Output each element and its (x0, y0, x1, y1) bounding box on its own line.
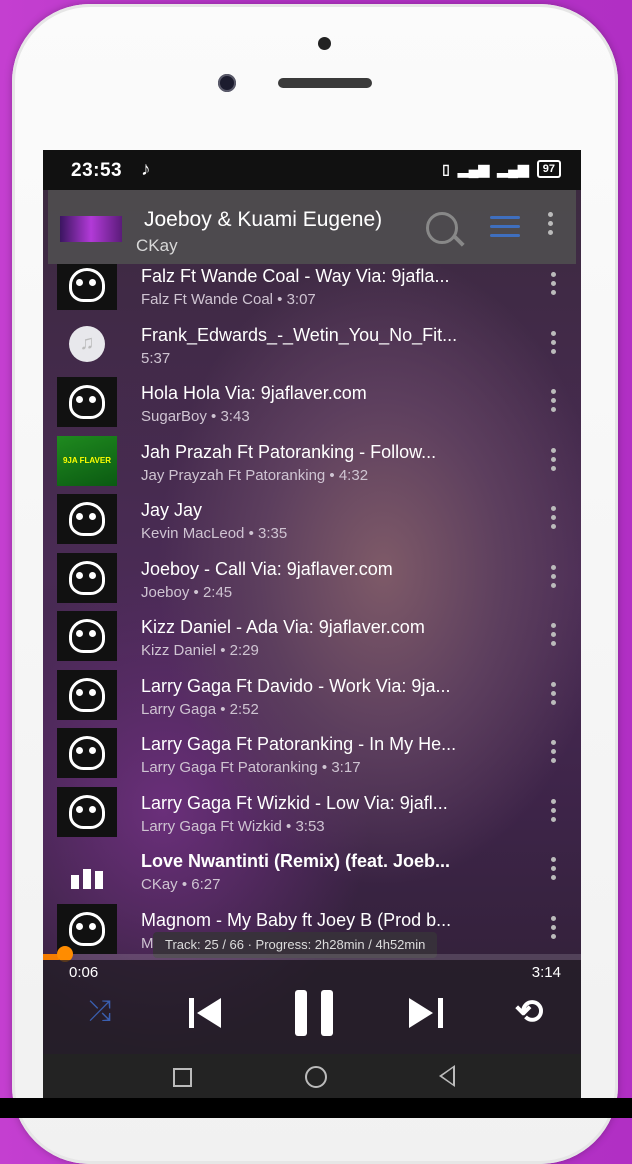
track-title: Magnom - My Baby ft Joey B (Prod b... (141, 909, 452, 930)
track-title: Hola Hola Via: 9jaflaver.com (141, 383, 367, 403)
track-row[interactable]: ♫ Frank_Edwards_-_Wetin_You_No_Fit... 5:37 (43, 317, 581, 375)
track-artwork (57, 552, 117, 603)
track-artwork: ♫ (57, 319, 117, 369)
skip-previous-icon[interactable] (189, 998, 223, 1028)
player-controls: 0:06 3:14 ⤮ ⟲ (43, 960, 581, 1054)
pause-icon[interactable] (295, 990, 335, 1036)
track-subtitle: Kizz Daniel • 2:29 (141, 642, 259, 659)
track-row[interactable]: Larry Gaga Ft Wizkid - Low Via: 9jafl...… (43, 785, 581, 843)
queue-icon[interactable] (490, 216, 520, 238)
more-vert-icon[interactable] (551, 915, 556, 943)
track-artwork (57, 728, 117, 778)
front-camera (218, 74, 236, 92)
home-icon[interactable] (305, 1066, 327, 1088)
track-title: Larry Gaga Ft Patoranking - In My He... (141, 734, 457, 754)
track-row[interactable]: Joeboy - Call Via: 9jaflaver.com Joeboy •… (43, 551, 581, 609)
track-subtitle: 5:37 (141, 349, 171, 367)
more-vert-icon[interactable] (551, 447, 556, 475)
more-vert-icon[interactable] (551, 564, 556, 592)
track-row[interactable]: Kizz Daniel - Ada Via: 9jaflaver.com Kizz… (43, 609, 581, 667)
status-time: 23:53 (71, 160, 123, 181)
music-note-icon: ♪ (141, 159, 151, 180)
track-artwork (57, 435, 117, 486)
track-row[interactable]: Falz Ft Wande Coal - Way Via: 9jafla... F… (43, 264, 581, 316)
track-subtitle: Larry Gaga • 2:52 (141, 700, 259, 718)
status-icons: ▯ ▂▄▆ ▂▄▆ 97 (442, 160, 561, 178)
current-time: 0:06 (69, 964, 99, 981)
track-subtitle: CKay • 6:27 (141, 876, 221, 893)
track-row[interactable]: Love Nwantinti (Remix) (feat. Joeb... CKa… (43, 843, 581, 901)
track-subtitle: Kevin MacLeod • 3:35 (141, 525, 288, 542)
skip-next-icon[interactable] (409, 998, 443, 1028)
track-row[interactable]: Hola Hola Via: 9jaflaver.com SugarBoy • 3… (43, 375, 581, 433)
track-title: Jah Prazah Ft Patoranking - Follow... (141, 441, 437, 462)
equalizer-icon (57, 845, 117, 895)
track-title: Larry Gaga Ft Wizkid - Low Via: 9jafl... (141, 792, 448, 813)
signal-icon-2: ▂▄▆ (497, 160, 529, 177)
more-vert-icon[interactable] (551, 389, 556, 416)
battery-icon: 97 (536, 160, 561, 178)
track-subtitle: M (141, 934, 154, 952)
now-playing-artist: CKay (136, 236, 178, 255)
track-row[interactable]: Jah Prazah Ft Patoranking - Follow... Jay… (43, 434, 581, 492)
track-title: Larry Gaga Ft Davido - Work Via: 9ja... (141, 675, 451, 696)
track-artwork (57, 669, 117, 720)
more-vert-icon[interactable] (551, 623, 556, 650)
repeat-icon[interactable]: ⟲ (509, 995, 549, 1029)
track-row[interactable]: Larry Gaga Ft Davido - Work Via: 9ja... L… (43, 668, 581, 726)
more-vert-icon[interactable] (551, 272, 556, 299)
bottom-edge (0, 1098, 632, 1118)
more-vert-icon[interactable] (551, 330, 556, 358)
shuffle-icon[interactable]: ⤮ (83, 994, 117, 1028)
phone-screen: 23:53 ♪ ▯ ▂▄▆ ▂▄▆ 97 Joeboy & Kuami Euge… (43, 150, 581, 1098)
more-vert-icon[interactable] (551, 857, 556, 884)
more-vert-icon[interactable] (551, 740, 556, 767)
more-vert-icon[interactable] (548, 212, 554, 239)
track-row[interactable]: Jay Jay Kevin MacLeod • 3:35 (43, 492, 581, 550)
back-icon[interactable] (439, 1065, 455, 1087)
more-vert-icon[interactable] (551, 798, 556, 826)
track-subtitle: Larry Gaga Ft Wizkid • 3:53 (141, 817, 325, 835)
track-subtitle: Falz Ft Wande Coal • 3:07 (141, 291, 316, 308)
proximity-sensor (318, 37, 331, 50)
track-subtitle: Joeboy • 2:45 (141, 583, 233, 601)
track-artwork (57, 786, 117, 837)
search-icon[interactable] (426, 212, 458, 244)
recents-icon[interactable] (173, 1068, 192, 1087)
vibrate-icon: ▯ (442, 160, 450, 177)
track-subtitle: Jay Prayzah Ft Patoranking • 4:32 (141, 466, 369, 484)
signal-icon: ▂▄▆ (457, 160, 490, 177)
more-vert-icon[interactable] (551, 506, 556, 533)
more-vert-icon[interactable] (551, 681, 556, 709)
track-title: Frank_Edwards_-_Wetin_You_No_Fit... (141, 324, 458, 345)
earpiece-speaker (278, 78, 372, 88)
music-note-icon: ♫ (69, 325, 105, 362)
status-bar: 23:53 ♪ ▯ ▂▄▆ ▂▄▆ 97 (43, 150, 581, 190)
track-title: Falz Ft Wande Coal - Way Via: 9jafla... (141, 266, 450, 286)
track-artwork (57, 494, 117, 544)
track-artwork (57, 264, 117, 310)
track-list[interactable]: Falz Ft Wande Coal - Way Via: 9jafla... F… (43, 264, 581, 954)
track-artwork (57, 377, 117, 427)
track-title: Love Nwantinti (Remix) (feat. Joeb... (141, 851, 451, 871)
now-playing-artwork[interactable] (60, 216, 122, 242)
system-nav-bar (43, 1054, 581, 1098)
track-subtitle: Larry Gaga Ft Patoranking • 3:17 (141, 759, 361, 776)
track-artwork (57, 611, 117, 661)
track-title: Kizz Daniel - Ada Via: 9jaflaver.com (141, 617, 425, 637)
track-title: Jay Jay (141, 500, 203, 520)
now-playing-title: Joeboy & Kuami Eugene) (144, 208, 383, 231)
track-title: Joeboy - Call Via: 9jaflaver.com (141, 558, 393, 579)
track-subtitle: SugarBoy • 3:43 (141, 408, 250, 425)
total-time: 3:14 (531, 964, 561, 981)
now-playing-bar[interactable]: Joeboy & Kuami Eugene) CKay (48, 190, 576, 264)
track-row[interactable]: Larry Gaga Ft Patoranking - In My He... L… (43, 726, 581, 784)
